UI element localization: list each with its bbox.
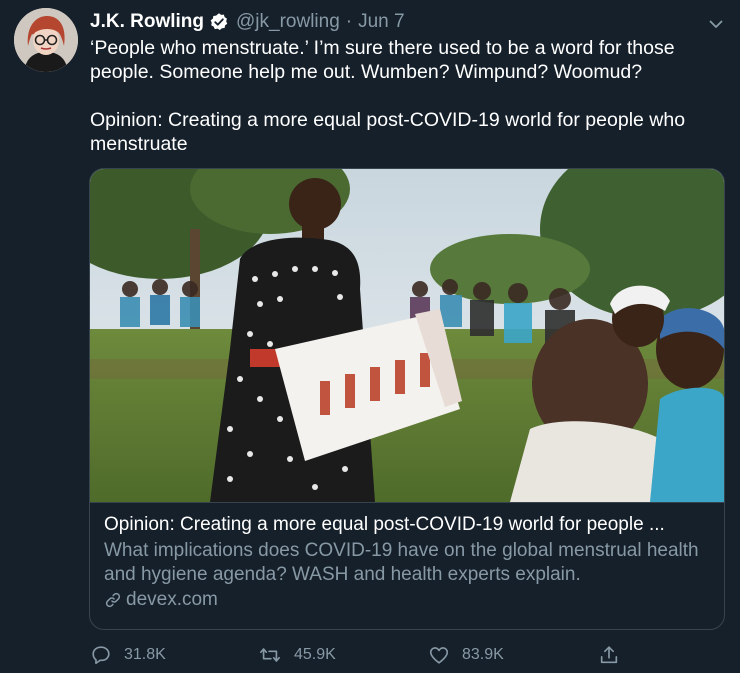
tweet-date[interactable]: Jun 7 (358, 11, 404, 33)
card-photo (90, 169, 724, 502)
avatar[interactable] (14, 8, 78, 72)
tweet-paragraph: Opinion: Creating a more equal post-COVI… (90, 109, 686, 155)
reply-count: 31.8K (124, 646, 166, 663)
retweet-icon (260, 648, 280, 662)
reply-icon (92, 646, 110, 665)
reply-button[interactable]: 31.8K (90, 642, 166, 668)
like-count: 83.9K (462, 646, 504, 663)
share-icon (600, 646, 618, 664)
card-domain[interactable]: devex.com (104, 588, 710, 612)
avatar-image (14, 8, 78, 72)
chevron-down-icon[interactable] (706, 14, 726, 34)
card-image[interactable] (90, 169, 724, 502)
display-name[interactable]: J.K. Rowling (90, 11, 204, 33)
card-body[interactable]: Opinion: Creating a more equal post-COVI… (90, 502, 724, 629)
tweet-paragraph: ‘People who menstruate.’ I’m sure there … (90, 37, 675, 83)
link-icon (105, 592, 121, 608)
separator-dot: · (345, 11, 353, 32)
link-card[interactable]: Opinion: Creating a more equal post-COVI… (89, 168, 725, 630)
card-title[interactable]: Opinion: Creating a more equal post-COVI… (104, 513, 710, 537)
tweet-header: J.K. Rowling @jk_rowling · Jun 7 (90, 10, 405, 34)
tweet-text: ‘People who menstruate.’ I’m sure there … (90, 36, 726, 156)
retweet-count: 45.9K (294, 646, 336, 663)
action-bar: 31.8K 45.9K 83.9K (90, 642, 630, 668)
heart-icon (429, 647, 449, 664)
verified-badge-icon (209, 12, 229, 32)
retweet-button[interactable]: 45.9K (258, 642, 336, 668)
share-button[interactable] (598, 642, 632, 668)
card-description: What implications does COVID-19 have on … (104, 540, 699, 585)
card-domain-text: devex.com (126, 589, 218, 610)
handle[interactable]: @jk_rowling (236, 11, 340, 33)
tweet[interactable]: J.K. Rowling @jk_rowling · Jun 7 ‘People… (0, 0, 740, 673)
like-button[interactable]: 83.9K (428, 642, 504, 668)
